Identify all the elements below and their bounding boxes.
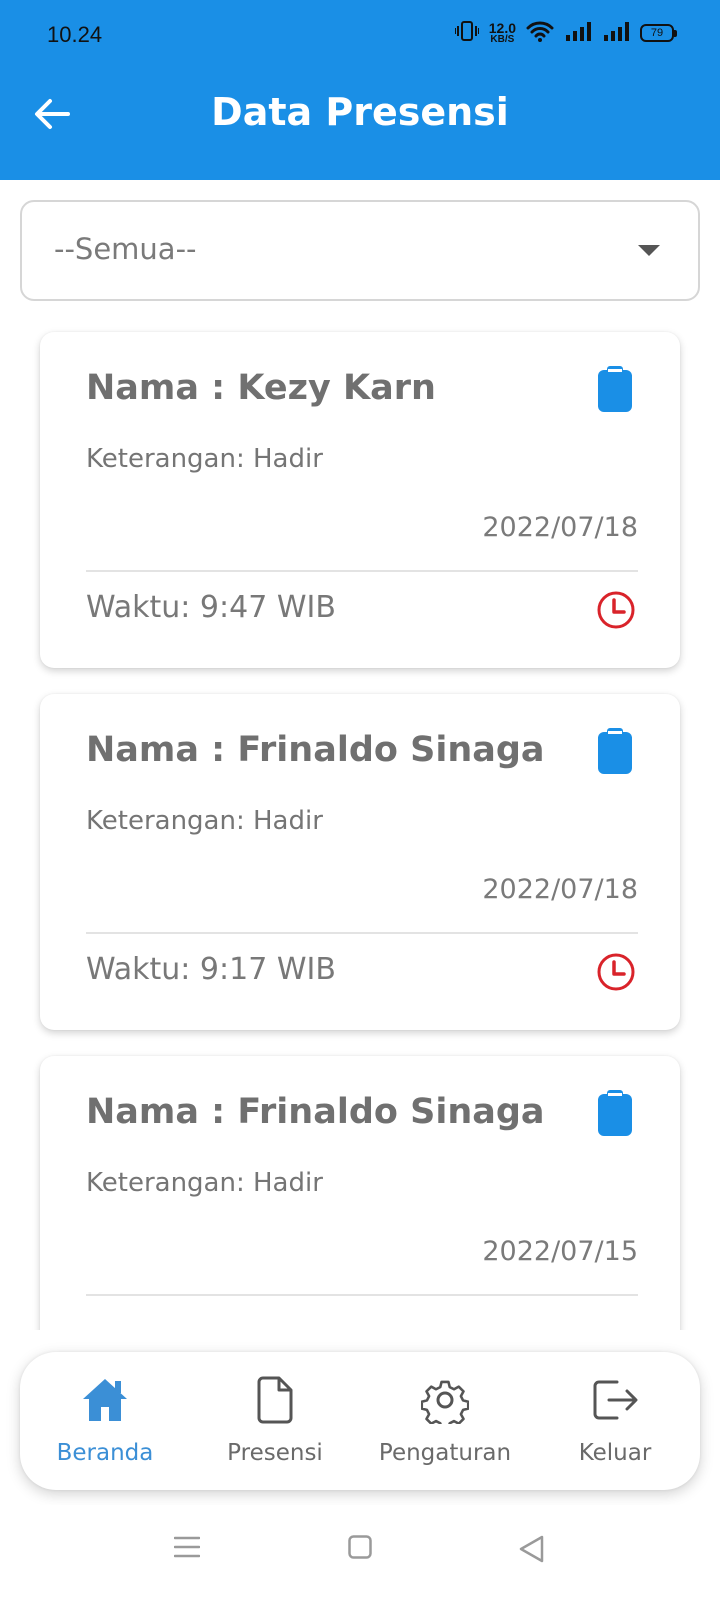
- nav-label: Keluar: [578, 1440, 652, 1466]
- card-date: 2022/07/18: [482, 874, 638, 905]
- clipboard-icon: [598, 366, 632, 416]
- app-bar: 10.24 12.0 KB/S 79 Data Presensi: [0, 0, 720, 180]
- nav-label: Beranda: [56, 1440, 154, 1466]
- card-date: 2022/07/15: [482, 1236, 638, 1267]
- nav-item-keluar[interactable]: Keluar: [530, 1352, 700, 1490]
- home-square-icon[interactable]: [348, 1535, 372, 1563]
- status-time: 10.24: [47, 22, 103, 47]
- signal-icon-2: [602, 21, 630, 45]
- logout-icon: [591, 1374, 639, 1426]
- nav-item-pengaturan[interactable]: Pengaturan: [360, 1352, 530, 1490]
- clipboard-icon: [598, 1090, 632, 1140]
- card-divider: [86, 932, 638, 934]
- card-name: Nama : Frinaldo Sinaga: [86, 730, 545, 770]
- card-keterangan: Keterangan: Hadir: [86, 444, 323, 474]
- document-icon: [255, 1374, 295, 1426]
- card-waktu: Waktu: 9:47 WIB: [86, 590, 336, 625]
- card-divider: [86, 570, 638, 572]
- home-icon: [81, 1374, 129, 1426]
- card-waktu: Waktu: 9:17 WIB: [86, 952, 336, 987]
- signal-icon: [564, 21, 592, 45]
- nav-label: Pengaturan: [378, 1440, 512, 1466]
- attendance-card[interactable]: Nama : Frinaldo Sinaga Keterangan: Hadir…: [40, 694, 680, 1030]
- wifi-icon: [526, 20, 554, 46]
- status-bar: 10.24 12.0 KB/S 79: [0, 0, 720, 72]
- card-name: Nama : Frinaldo Sinaga: [86, 1092, 545, 1132]
- clipboard-icon: [598, 728, 632, 778]
- bottom-navigation: Beranda Presensi Pengaturan Keluar: [20, 1352, 700, 1490]
- filter-dropdown[interactable]: --Semua--: [20, 200, 700, 301]
- nav-item-beranda[interactable]: Beranda: [20, 1352, 190, 1490]
- card-name: Nama : Kezy Karn: [86, 368, 436, 408]
- system-navigation-bar: [0, 1505, 720, 1600]
- attendance-list[interactable]: Nama : Kezy Karn Keterangan: Hadir 2022/…: [0, 320, 720, 1330]
- page-title: Data Presensi: [211, 90, 509, 134]
- card-divider: [86, 1294, 638, 1296]
- nav-item-presensi[interactable]: Presensi: [190, 1352, 360, 1490]
- attendance-card[interactable]: Nama : Frinaldo Sinaga Keterangan: Hadir…: [40, 1056, 680, 1330]
- clock-icon: [596, 952, 636, 996]
- clock-icon: [596, 590, 636, 634]
- nav-label: Presensi: [227, 1440, 323, 1466]
- battery-icon: 79: [640, 24, 677, 42]
- attendance-card[interactable]: Nama : Kezy Karn Keterangan: Hadir 2022/…: [40, 332, 680, 668]
- caret-down-icon: [638, 245, 660, 256]
- gear-icon: [421, 1374, 469, 1426]
- back-triangle-icon[interactable]: [518, 1535, 544, 1567]
- menu-icon[interactable]: [173, 1535, 201, 1563]
- status-icons: 12.0 KB/S 79: [453, 19, 677, 46]
- card-date: 2022/07/18: [482, 512, 638, 543]
- filter-selected-value: --Semua--: [54, 232, 197, 266]
- network-speed: 12.0 KB/S: [488, 19, 516, 45]
- card-keterangan: Keterangan: Hadir: [86, 806, 323, 836]
- vibrate-icon: [453, 20, 480, 46]
- card-keterangan: Keterangan: Hadir: [86, 1168, 323, 1198]
